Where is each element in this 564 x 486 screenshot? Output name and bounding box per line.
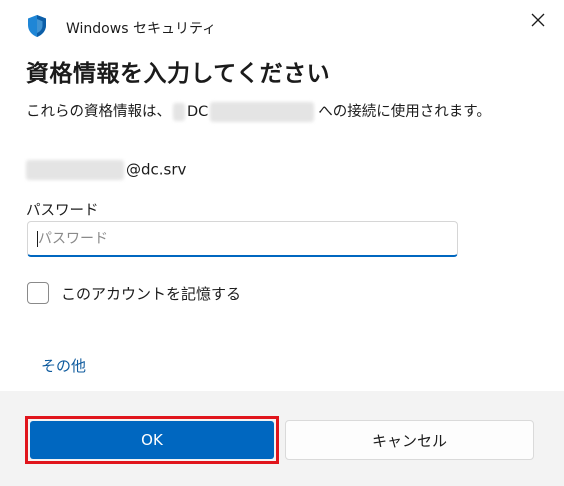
close-icon [531,13,545,27]
description-suffix: への接続に使用されます。 [318,104,491,120]
redacted-text [173,103,185,121]
shield-icon [28,15,46,37]
redacted-username [26,160,124,180]
close-button[interactable] [522,6,554,34]
cancel-button[interactable]: キャンセル [285,420,534,460]
more-choices-link[interactable]: その他 [41,355,86,376]
title-bar: Windows セキュリティ [0,0,564,44]
app-title: Windows セキュリティ [66,21,217,37]
username-domain: @dc.srv [126,160,187,179]
remember-account-option[interactable]: このアカウントを記憶する [27,282,241,304]
username-display: @dc.srv [26,160,186,180]
text-caret [37,231,38,247]
description-prefix: これらの資格情報は、 [26,104,171,120]
redacted-server-name [210,102,315,122]
description-server-prefix: DC [187,104,209,120]
password-field[interactable] [27,221,458,257]
password-label: パスワード [26,203,99,219]
dialog-heading: 資格情報を入力してください [26,61,331,87]
remember-label: このアカウントを記憶する [61,284,242,303]
ok-button[interactable]: OK [30,421,274,459]
password-input[interactable] [28,222,457,255]
remember-checkbox[interactable] [27,282,49,304]
dialog-description: これらの資格情報は、 DC への接続に使用されます。 [26,100,491,122]
